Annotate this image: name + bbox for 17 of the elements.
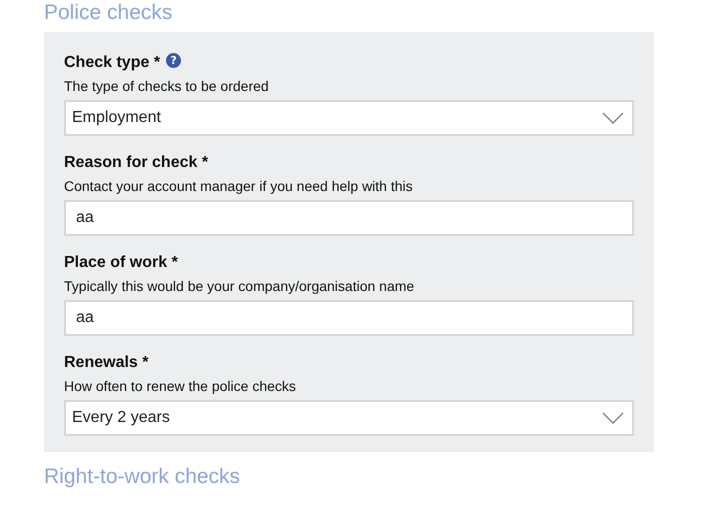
input-field[interactable]: aa	[64, 200, 634, 236]
section-heading: Police checks	[44, 0, 174, 26]
chevron-down-icon	[602, 412, 624, 424]
dropdown[interactable]: Employment	[64, 100, 634, 136]
help-icon[interactable]: ?	[166, 52, 182, 68]
field-hint: The type of checks to be ordered	[64, 77, 270, 96]
input-field[interactable]: aa	[64, 300, 634, 336]
dropdown[interactable]: Every 2 years	[64, 400, 634, 436]
chevron-down-icon	[602, 112, 624, 124]
field-label: Place of work *	[64, 254, 178, 272]
field-hint: Typically this would be your company/organisation name	[64, 277, 416, 296]
field-label: Check type *	[64, 54, 160, 72]
field-label: Reason for check *	[64, 154, 208, 172]
field-hint: Contact your account manager if you need help with this	[64, 177, 414, 196]
field-hint: How often to renew the police checks	[64, 377, 297, 396]
field-label: Renewals *	[64, 354, 148, 372]
section-heading: Right-to-work checks	[44, 464, 242, 490]
